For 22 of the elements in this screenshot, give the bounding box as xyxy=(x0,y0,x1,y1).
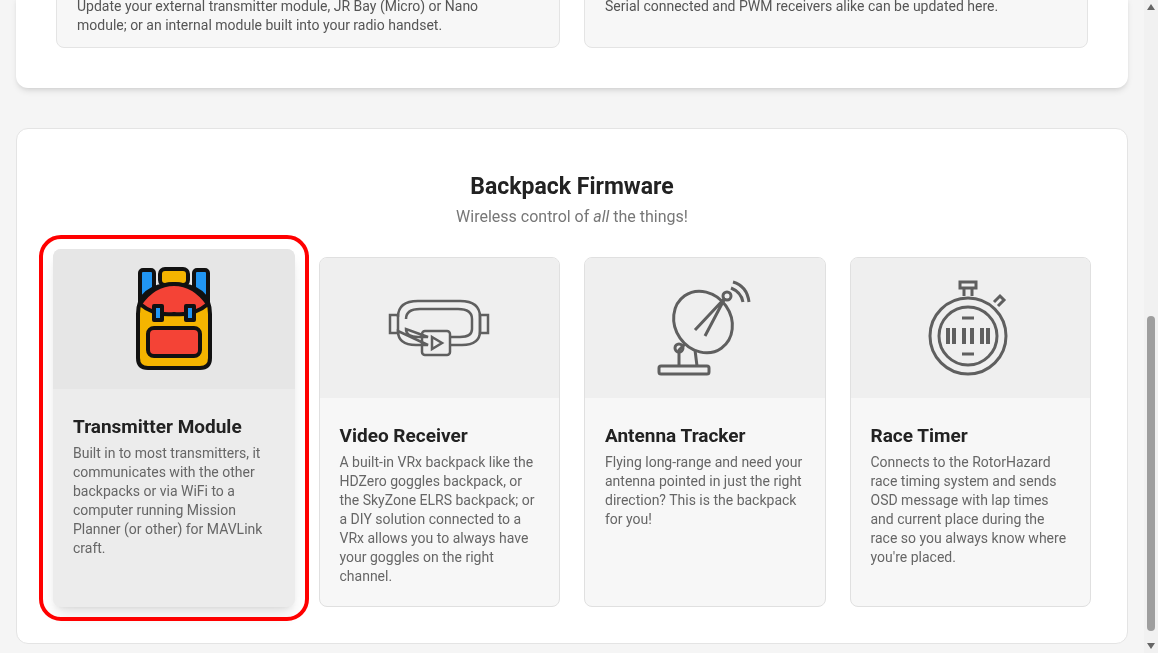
backpack-icon xyxy=(133,266,214,372)
card-description: Flying long-range and need your antenna pointed in just the right direction? This is the backpack for you! xyxy=(605,452,804,529)
firmware-card[interactable]: Transmitter Module Built in to most transmitters, it communicates with the other backpacks or via WiFi to a computer running Mission Planner (or other) for MAVLink craft. xyxy=(53,249,295,607)
scrollbar[interactable] xyxy=(1144,0,1158,653)
section-title: Backpack Firmware xyxy=(469,173,675,201)
card-title: Transmitter Module xyxy=(73,414,243,440)
card-description: module; or an internal module built into your radio handset. xyxy=(77,16,444,35)
card-title: Antenna Tracker xyxy=(605,423,747,449)
scroll-up-icon[interactable] xyxy=(1147,4,1155,10)
firmware-card[interactable]: Antenna Tracker Flying long-range and need your antenna pointed in just the right direction? This is the backpack for you! xyxy=(584,257,826,607)
card-title: Video Receiver xyxy=(339,423,469,449)
card-title: Race Timer xyxy=(870,423,969,449)
scroll-down-icon[interactable] xyxy=(1147,643,1155,649)
card-description: Update your external transmitter module, JR Bay (Micro) or Nano xyxy=(77,0,480,16)
card-description: Connects to the RotorHazard race timing system and sends OSD message with lap times and current place during the race so you always know where you're placed. xyxy=(870,452,1068,567)
firmware-card[interactable]: Video Receiver A built-in VRx backpack like the HDZero goggles backpack, or the SkyZone ELRS backpack; or a DIY solution connected to a VRx allows you to always have your goggles on the right channel. xyxy=(318,257,560,607)
card-description: Serial connected and PWM receivers alike can be updated here. xyxy=(605,0,1000,16)
scrollbar-thumb[interactable] xyxy=(1147,316,1155,631)
card-description: A built-in VRx backpack like the HDZero goggles backpack, or the SkyZone ELRS backpack; or a DIY solution connected to a VRx allows you to always have your goggles on the right channel. xyxy=(339,452,536,586)
section-subtitle: Wireless control of all the things! xyxy=(455,206,689,228)
card-description: Built in to most transmitters, it communicates with the other backpacks or via WiFi to a computer running Mission Planner (or other) for MAVLink craft. xyxy=(73,443,264,558)
firmware-card[interactable]: Race Timer Connects to the RotorHazard race timing system and sends OSD message with lap times and current place during the race so you always know where you're placed. xyxy=(849,257,1091,607)
